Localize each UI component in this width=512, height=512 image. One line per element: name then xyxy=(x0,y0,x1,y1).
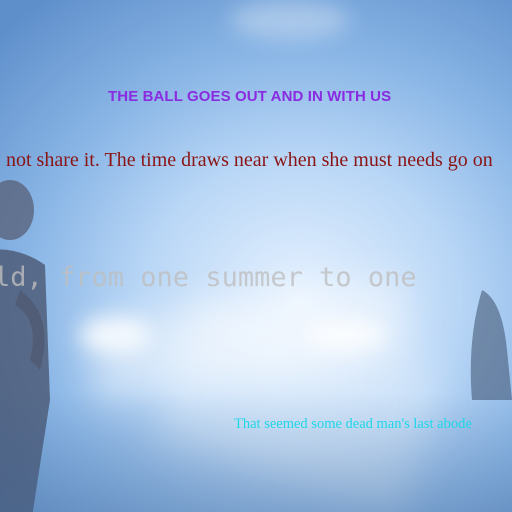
overlay-caption: That seemed some dead man's last abode xyxy=(234,416,472,432)
stage-light xyxy=(305,320,385,350)
overlay-mono-text: ld, from one summer to one xyxy=(0,262,417,293)
stage-light xyxy=(80,318,150,352)
stage-light xyxy=(230,0,350,40)
stage-equipment xyxy=(470,290,512,400)
stage-shadow xyxy=(0,392,512,512)
overlay-serif-text: not share it. The time draws near when s… xyxy=(6,149,493,171)
overlay-title: THE BALL GOES OUT AND IN WITH US xyxy=(108,88,392,105)
concert-photo-background xyxy=(0,0,512,512)
